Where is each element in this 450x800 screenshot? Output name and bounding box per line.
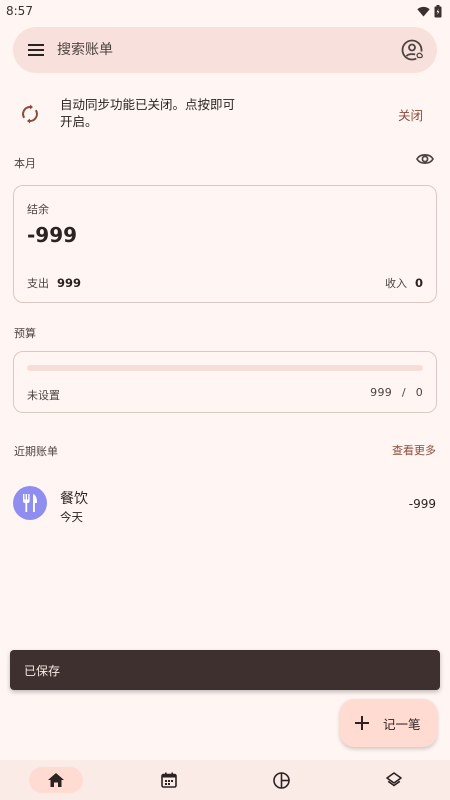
- budget-total: 0: [415, 386, 423, 399]
- app-screen: 8:57 搜索账单 自动同步功能已关闭。点按即可开启。 关闭 本月 结余 -99…: [0, 0, 450, 800]
- add-record-button[interactable]: 记一笔: [340, 699, 437, 747]
- budget-progress-bar: [27, 365, 423, 371]
- snackbar-message: 已保存: [24, 663, 61, 678]
- income-label: 收入: [384, 277, 407, 290]
- transaction-category: 餐饮: [60, 491, 88, 507]
- search-input[interactable]: [57, 42, 401, 58]
- expense-value: 999: [57, 276, 82, 290]
- income-value: 0: [414, 276, 423, 290]
- list-item[interactable]: 餐饮 今天 -999: [0, 480, 450, 530]
- menu-icon[interactable]: [27, 41, 45, 59]
- home-icon: [48, 773, 65, 787]
- budget-status: 未设置: [27, 389, 60, 402]
- budget-spent: 999: [370, 386, 393, 399]
- wifi-icon: [417, 6, 430, 16]
- budget-card[interactable]: 未设置 999 / 0: [13, 351, 437, 413]
- balance-value: -999: [27, 223, 78, 247]
- eye-icon[interactable]: [416, 152, 434, 166]
- balance-label: 结余: [27, 203, 49, 216]
- balance-card[interactable]: 结余 -999 支出 999 收入 0: [13, 185, 437, 303]
- transaction-date: 今天: [60, 510, 83, 524]
- layers-icon: [385, 772, 402, 787]
- recent-bills-label: 近期账单: [14, 445, 58, 458]
- see-more-link[interactable]: 查看更多: [392, 442, 436, 458]
- nav-calendar[interactable]: [142, 767, 196, 793]
- sync-icon: [22, 104, 38, 124]
- add-record-label: 记一笔: [383, 716, 421, 732]
- budget-amounts: 999 / 0: [370, 386, 423, 399]
- nav-home[interactable]: [29, 767, 84, 793]
- status-bar: 8:57: [0, 0, 450, 22]
- budget-separator: /: [401, 386, 406, 399]
- month-label: 本月: [14, 157, 36, 170]
- battery-icon: [434, 4, 442, 17]
- status-icons: [417, 4, 442, 18]
- plus-icon: [355, 716, 369, 730]
- calendar-icon: [160, 772, 177, 788]
- status-time: 8:57: [6, 4, 33, 18]
- sync-banner: 自动同步功能已关闭。点按即可开启。 关闭: [0, 88, 450, 144]
- nav-statistics[interactable]: [254, 767, 308, 793]
- restaurant-icon: [13, 486, 47, 520]
- sync-close-button[interactable]: 关闭: [398, 105, 423, 124]
- sync-message: 自动同步功能已关闭。点按即可开启。: [60, 97, 236, 129]
- search-bar: [13, 27, 437, 73]
- chart-pie-icon: [272, 771, 290, 789]
- budget-label: 预算: [14, 327, 36, 340]
- expense-summary: 支出 999: [27, 275, 81, 291]
- account-sync-icon[interactable]: [401, 38, 425, 62]
- snackbar: 已保存: [10, 650, 440, 690]
- income-summary: 收入 0: [385, 275, 423, 291]
- expense-label: 支出: [27, 277, 49, 290]
- bottom-nav: [0, 760, 450, 800]
- nav-more[interactable]: [367, 767, 421, 793]
- transaction-amount: -999: [408, 497, 436, 511]
